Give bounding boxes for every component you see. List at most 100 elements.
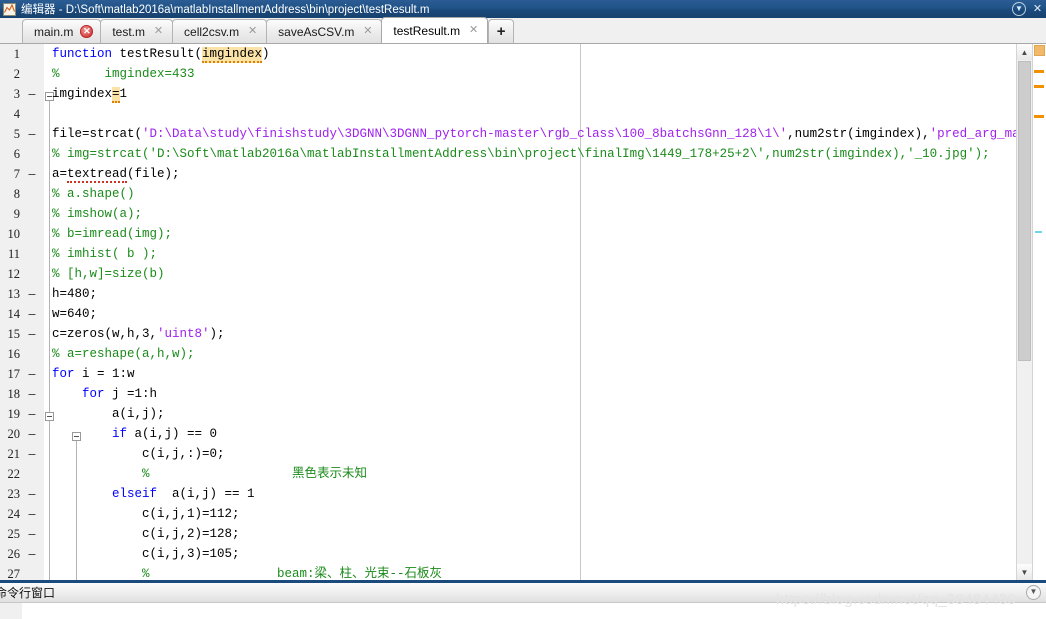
scroll-down-icon[interactable]: ▼ <box>1017 564 1032 580</box>
bookmark-marker-icon[interactable] <box>1035 231 1042 233</box>
line-number: 16 <box>7 347 21 361</box>
line-number: 25 <box>7 527 21 541</box>
new-tab-button[interactable]: + <box>488 19 515 43</box>
tab-close-icon[interactable]: ✕ <box>467 24 480 37</box>
code-line: 10 % b=imread(img); <box>0 224 1046 244</box>
code-line-text: c(i,j,:)=0; <box>52 447 225 461</box>
executable-line-marker[interactable]: – <box>26 424 38 444</box>
code-line: 17– for i = 1:w <box>0 364 1046 384</box>
executable-line-marker[interactable]: – <box>26 504 38 524</box>
tab-strip: main.m ✕ test.m ✕ cell2csv.m ✕ saveAsCSV… <box>0 17 1046 44</box>
command-window-gutter <box>0 603 22 619</box>
executable-line-marker[interactable]: – <box>26 524 38 544</box>
warning-marker-icon[interactable] <box>1034 85 1044 88</box>
code-line-text: % img=strcat('D:\Soft\matlab2016a\matlab… <box>52 147 990 161</box>
code-analyzer-marker-strip[interactable] <box>1032 44 1046 580</box>
code-line-text: a(i,j); <box>52 407 165 421</box>
tab-close-icon[interactable]: ✕ <box>361 25 374 38</box>
code-line: 15– c=zeros(w,h,3,'uint8'); <box>0 324 1046 344</box>
code-line-text: for i = 1:w <box>52 367 135 381</box>
executable-line-marker[interactable]: – <box>26 124 38 144</box>
line-number: 21 <box>7 447 21 461</box>
executable-line-marker[interactable]: – <box>26 84 38 104</box>
code-editor[interactable]: 1 function testResult(imgindex) 2 % imginde… <box>0 44 1046 580</box>
code-line: 13– h=480; <box>0 284 1046 304</box>
executable-line-marker[interactable]: – <box>26 164 38 184</box>
tab-cell2csv-m[interactable]: cell2csv.m ✕ <box>172 19 268 43</box>
code-line-text: file=strcat('D:\Data\study\finishstudy\3… <box>52 127 1046 141</box>
code-line-text: % imshow(a); <box>52 207 143 221</box>
executable-line-marker[interactable]: – <box>26 544 38 564</box>
code-line-text: % [h,w]=size(b) <box>52 267 165 281</box>
line-number: 14 <box>7 307 21 321</box>
tab-test-m[interactable]: test.m ✕ <box>100 19 174 43</box>
minimize-icon[interactable]: ▼ <box>1012 2 1026 16</box>
executable-line-marker[interactable]: – <box>26 404 38 424</box>
tab-saveascsv-m[interactable]: saveAsCSV.m ✕ <box>266 19 383 43</box>
tab-testresult-m[interactable]: testResult.m ✕ <box>381 17 489 43</box>
code-line-text: a=textread(file); <box>52 167 180 183</box>
command-window-body[interactable] <box>0 603 1046 619</box>
code-line-text: % a=reshape(a,h,w); <box>52 347 195 361</box>
code-line: 20– if a(i,j) == 0 <box>0 424 1046 444</box>
code-line-text: function testResult(imgindex) <box>52 47 270 63</box>
code-line: 24– c(i,j,1)=112; <box>0 504 1046 524</box>
code-line-text: % beam:梁、柱、光束--石板灰 <box>142 567 443 580</box>
code-line-text: % a.shape() <box>52 187 135 201</box>
editor-vertical-scrollbar[interactable]: ▲ ▼ <box>1016 44 1032 580</box>
line-number: 11 <box>7 247 20 261</box>
code-line-text: imgindex=1 <box>52 87 128 103</box>
line-number: 17 <box>7 367 21 381</box>
tab-label: test.m <box>112 24 146 39</box>
line-number: 3 <box>13 87 20 101</box>
analyzer-status-icon[interactable] <box>1034 45 1045 56</box>
line-number: 23 <box>7 487 21 501</box>
scrollbar-thumb[interactable] <box>1018 61 1031 361</box>
executable-line-marker[interactable]: – <box>26 324 38 344</box>
close-icon[interactable]: ✕ <box>1031 3 1044 16</box>
code-line-text: for j =1:h <box>82 387 158 401</box>
line-number: 15 <box>7 327 21 341</box>
code-line: 12 % [h,w]=size(b) <box>0 264 1046 284</box>
warning-marker-icon[interactable] <box>1034 115 1044 118</box>
code-line-text: c(i,j,1)=112; <box>52 507 240 521</box>
code-lines: 1 function testResult(imgindex) 2 % imginde… <box>0 44 1046 580</box>
code-line: 23– elseif a(i,j) == 1 <box>0 484 1046 504</box>
executable-line-marker[interactable]: – <box>26 364 38 384</box>
code-line: 9 % imshow(a); <box>0 204 1046 224</box>
code-line: 22 % 黑色表示未知 <box>0 464 1046 484</box>
line-number: 2 <box>13 67 20 81</box>
warning-marker-icon[interactable] <box>1034 70 1044 73</box>
scroll-up-icon[interactable]: ▲ <box>1017 44 1032 60</box>
code-line-text: h=480; <box>52 287 98 301</box>
tab-close-icon[interactable]: ✕ <box>246 25 259 38</box>
tab-label: testResult.m <box>393 23 461 38</box>
executable-line-marker[interactable]: – <box>26 284 38 304</box>
tab-strip-filler <box>514 18 1046 43</box>
tab-main-m[interactable]: main.m ✕ <box>22 19 102 43</box>
code-line-text: % imhist( b ); <box>52 247 158 261</box>
tab-close-icon[interactable]: ✕ <box>152 25 165 38</box>
executable-line-marker[interactable]: – <box>26 444 38 464</box>
executable-line-marker[interactable]: – <box>26 384 38 404</box>
line-number: 26 <box>7 547 21 561</box>
title-bar: 编辑器 - D:\Soft\matlab2016a\matlabInstallm… <box>0 0 1046 18</box>
code-line: 7– a=textread(file); <box>0 164 1046 184</box>
chevron-down-icon[interactable]: ▼ <box>1026 585 1041 600</box>
tab-close-icon[interactable]: ✕ <box>80 25 94 38</box>
code-line: 27 % beam:梁、柱、光束--石板灰 <box>0 564 1046 580</box>
line-number: 5 <box>13 127 20 141</box>
code-line: 18– for j =1:h <box>0 384 1046 404</box>
matlab-editor-icon <box>3 2 16 16</box>
matlab-editor-window: 编辑器 - D:\Soft\matlab2016a\matlabInstallm… <box>0 0 1046 619</box>
code-line: 25– c(i,j,2)=128; <box>0 524 1046 544</box>
executable-line-marker[interactable]: – <box>26 484 38 504</box>
code-line: 2 % imgindex=433 <box>0 64 1046 84</box>
line-number: 24 <box>7 507 21 521</box>
code-line: 14– w=640; <box>0 304 1046 324</box>
executable-line-marker[interactable]: – <box>26 304 38 324</box>
window-controls: ▼ ✕ <box>1012 0 1044 18</box>
code-line: 5– file=strcat('D:\Data\study\finishstudy… <box>0 124 1046 144</box>
code-line-text: % 黑色表示未知 <box>142 467 368 481</box>
code-line: 11 % imhist( b ); <box>0 244 1046 264</box>
